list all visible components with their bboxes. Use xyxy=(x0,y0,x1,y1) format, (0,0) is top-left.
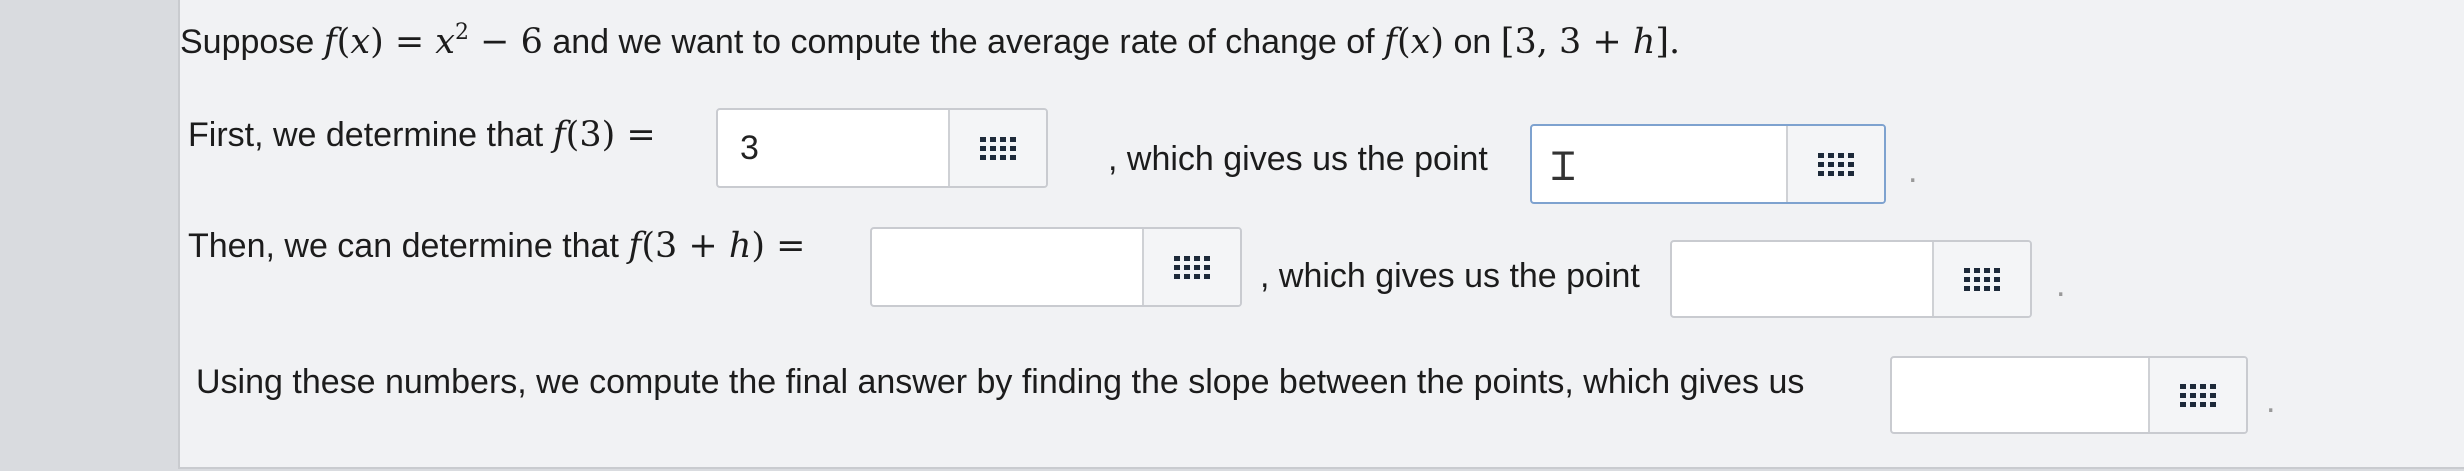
final-answer-input[interactable] xyxy=(1890,356,2248,434)
text-cursor-icon: Ɪ xyxy=(1552,143,1575,190)
f3h-expression: f(3 + h) = xyxy=(628,226,806,266)
math-palette-button[interactable] xyxy=(2148,358,2246,432)
interval: [3, 3 + h]. xyxy=(1500,22,1681,62)
period: . xyxy=(1908,152,1918,190)
step2-text: Then, we can determine that f(3 + h) = xyxy=(188,226,806,266)
math-palette-button[interactable] xyxy=(1786,126,1884,202)
point1-input[interactable]: Ɪ xyxy=(1530,124,1886,204)
math-palette-icon xyxy=(1964,267,2000,291)
f3-input-value[interactable]: 3 xyxy=(718,110,948,186)
step2-label: Then, we can determine that xyxy=(188,227,619,265)
step3-text: Using these numbers, we compute the fina… xyxy=(196,363,1805,401)
period: . xyxy=(2266,382,2276,420)
function-symbol: f(x) xyxy=(1384,22,1445,62)
math-palette-icon xyxy=(980,136,1016,160)
step1-text: First, we determine that f(3) = xyxy=(188,115,656,155)
step2-after-text: , which gives us the point xyxy=(1260,257,1640,295)
exponent: 2 xyxy=(455,20,470,45)
point2-input-value[interactable] xyxy=(1672,242,1932,316)
intro-text: Suppose xyxy=(180,23,315,61)
point2-input[interactable] xyxy=(1670,240,2032,318)
math-palette-button[interactable] xyxy=(948,110,1046,186)
math-palette-button[interactable] xyxy=(1142,229,1240,305)
step1-after-text: , which gives us the point xyxy=(1108,140,1488,178)
math-palette-icon xyxy=(1818,152,1854,176)
final-answer-value[interactable] xyxy=(1892,358,2148,432)
point1-input-value[interactable]: Ɪ xyxy=(1532,126,1786,202)
math-palette-button[interactable] xyxy=(1932,242,2030,316)
question-card: Suppose f(x) = x2 − 6 and we want to com… xyxy=(178,0,2464,469)
function-definition: f(x) = x2 − 6 xyxy=(323,20,543,63)
f3-expression: f(3) = xyxy=(552,115,656,155)
math-palette-icon xyxy=(2180,383,2216,407)
f3h-input[interactable] xyxy=(870,227,1242,307)
question-statement: Suppose f(x) = x2 − 6 and we want to com… xyxy=(180,20,1681,63)
on-text: on xyxy=(1453,23,1492,61)
step1-label: First, we determine that xyxy=(188,116,544,154)
period: . xyxy=(2056,266,2066,304)
intro-middle-text: and we want to compute the average rate … xyxy=(552,23,1375,61)
f3h-input-value[interactable] xyxy=(872,229,1142,305)
f3-input[interactable]: 3 xyxy=(716,108,1048,188)
math-palette-icon xyxy=(1174,255,1210,279)
